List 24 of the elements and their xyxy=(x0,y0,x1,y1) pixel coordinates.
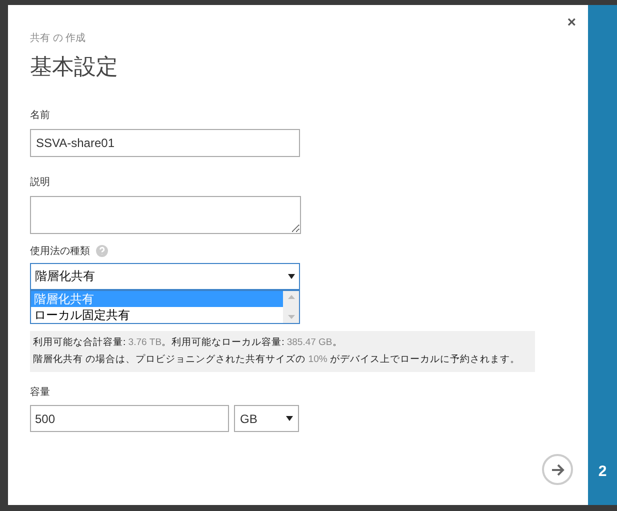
scrollbar[interactable] xyxy=(283,290,299,322)
dropdown-option[interactable]: ローカル固定共有 xyxy=(31,306,283,322)
field-label: 説明 xyxy=(30,176,51,190)
close-button[interactable]: × xyxy=(567,15,576,30)
scroll-down-icon[interactable] xyxy=(288,314,294,318)
description-textarea[interactable] xyxy=(30,196,301,234)
field-label: 使用法の種類 xyxy=(30,244,90,258)
field-label: 容量 xyxy=(30,386,51,400)
caret-icon xyxy=(286,416,293,421)
unit-select[interactable]: GB xyxy=(234,405,299,432)
name-input-field[interactable]: SSVA-share01 xyxy=(30,128,300,156)
info-text: 利用可能な合計容量: 3.76 TB。利用可能なローカル容量: 385.47 GB。 xyxy=(33,336,344,350)
next-button[interactable] xyxy=(542,454,573,485)
scroll-up-icon[interactable] xyxy=(288,294,294,298)
capacity-input-field[interactable]: 500 xyxy=(30,405,229,432)
field-label: 名前 xyxy=(30,108,51,122)
dialog-subtitle: 共有 の 作成 xyxy=(30,32,87,46)
dialog-title: 基本設定 xyxy=(30,54,119,82)
caret-icon xyxy=(288,274,295,278)
step-number: 2 xyxy=(598,462,607,482)
help-icon xyxy=(96,245,108,257)
info-text: 階層化共有 の場合は、プロビジョニングされた共有サイズの 10% がデバイス上でローカルに予約されます。 xyxy=(33,352,521,367)
arrow-right-icon xyxy=(550,464,564,476)
usage-type-select[interactable]: 階層化共有 xyxy=(30,262,300,290)
